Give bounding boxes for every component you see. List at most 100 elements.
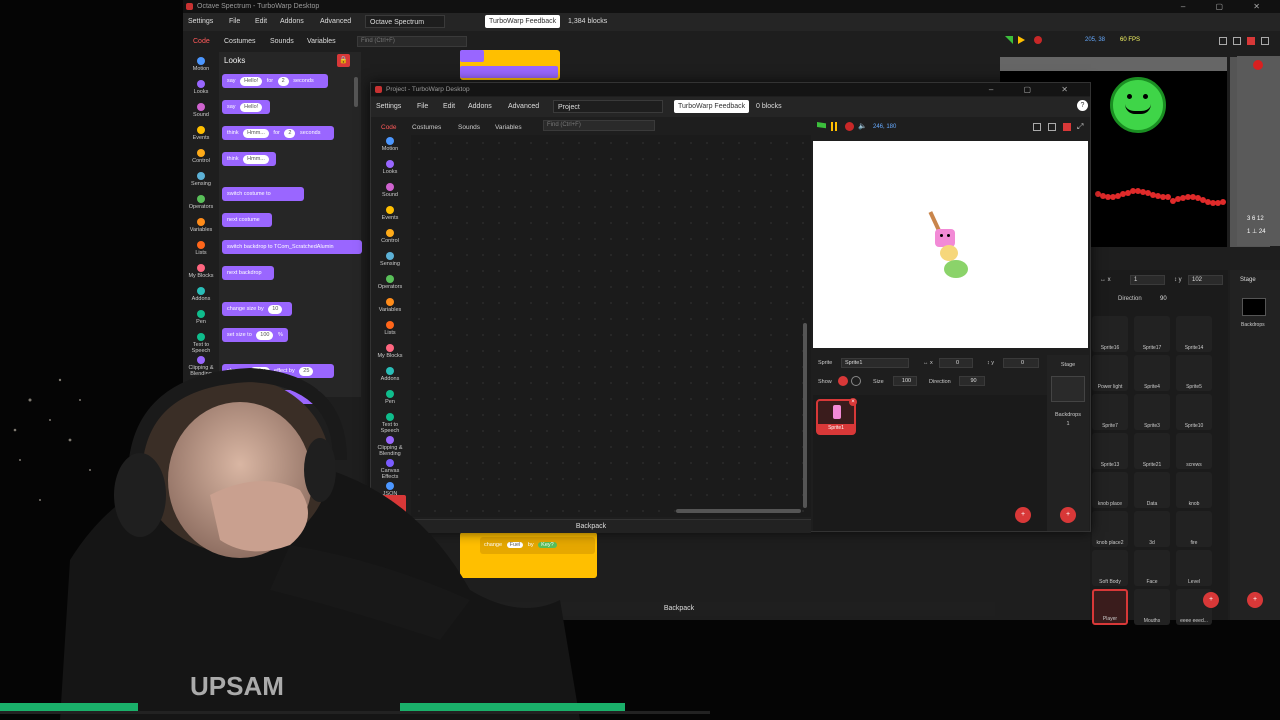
bg-sprite-tile[interactable]: Level	[1176, 550, 1212, 586]
bg-category-clipping-blending[interactable]: Clipping & Blending	[184, 356, 218, 377]
bg-sprite-tile[interactable]: Soft Body	[1092, 550, 1128, 586]
bg-category-variables[interactable]: Variables	[184, 218, 218, 239]
bg-sprite-tile[interactable]: Sprite3	[1134, 394, 1170, 430]
bg-category-lists[interactable]: Lists	[184, 241, 218, 262]
fullscreen-icon[interactable]: ⤢	[1077, 122, 1083, 132]
palette-scrollbar[interactable]	[354, 77, 358, 107]
bg-sprite-tile[interactable]: Player	[1092, 589, 1128, 625]
bg-menu-advanced[interactable]: Advanced	[320, 18, 351, 25]
fg-menu-addons[interactable]: Addons	[468, 103, 492, 110]
bg-menu-file[interactable]: File	[229, 18, 240, 25]
fg-category-lists[interactable]: Lists	[373, 321, 407, 342]
looks-block[interactable]: say Hello!	[222, 100, 270, 114]
x-field[interactable]: 0	[939, 358, 973, 368]
fg-menu-edit[interactable]: Edit	[443, 103, 455, 110]
bg-sprite-tile[interactable]: Mouths	[1134, 589, 1170, 625]
bg-category-canvas-effects[interactable]: Canvas Effects	[184, 379, 218, 400]
block-arg[interactable]: Hello!	[240, 103, 263, 112]
lock-icon[interactable]: 🔒	[337, 54, 350, 67]
looks-block[interactable]: next costume	[222, 213, 272, 227]
fg-category-control[interactable]: Control	[373, 229, 407, 250]
looks-block[interactable]: think Hmm...	[222, 152, 276, 166]
bg-tab-costumes[interactable]: Costumes	[224, 38, 256, 45]
bg-menu-settings[interactable]: Settings	[188, 18, 213, 25]
looks-block[interactable]: next backdrop	[222, 266, 274, 280]
block-arg2[interactable]: 0	[259, 393, 271, 402]
looks-block[interactable]: set size to 100 %	[222, 328, 288, 342]
bg-category-operators[interactable]: Operators	[184, 195, 218, 216]
bg-add-sprite-button[interactable]: +	[1203, 592, 1219, 608]
green-flag-icon[interactable]	[817, 122, 826, 129]
bg-add-backdrop-button[interactable]: +	[1247, 592, 1263, 608]
bg-sprite-tile[interactable]: knob	[1176, 472, 1212, 508]
fg-category-pen[interactable]: Pen	[373, 390, 407, 411]
bg-sprite-tile[interactable]: Sprite13	[1092, 433, 1128, 469]
fg-category-my-blocks[interactable]: My Blocks	[373, 344, 407, 365]
bg-sprite-tile[interactable]: 3d	[1134, 511, 1170, 547]
bg-sprite-tile[interactable]: Sprite5	[1176, 355, 1212, 391]
pause-icon[interactable]	[831, 122, 833, 131]
block-arg[interactable]: Hello!	[240, 77, 263, 86]
bg-sprite-tile[interactable]: fire	[1176, 511, 1212, 547]
bg-find-input[interactable]: Find (Ctrl+F)	[357, 36, 467, 47]
sprite-tile-sprite1[interactable]: Sprite1 ×	[816, 398, 857, 435]
fg-menu-file[interactable]: File	[417, 103, 428, 110]
fg-category-operators[interactable]: Operators	[373, 275, 407, 296]
bg-script-top[interactable]	[460, 50, 560, 80]
change-variable-block[interactable]: change Fuel by Key?	[480, 537, 595, 554]
bg-menu-addons[interactable]: Addons	[280, 18, 304, 25]
size-field[interactable]: 100	[893, 376, 917, 386]
sprite-name-field[interactable]: Sprite1	[841, 358, 909, 368]
bg-category-events[interactable]: Events	[184, 126, 218, 147]
add-sprite-button[interactable]: +	[1015, 507, 1031, 523]
bg-category-control[interactable]: Control	[184, 149, 218, 170]
bg-sprite-tile[interactable]: Power light	[1092, 355, 1128, 391]
small-stage-icon[interactable]	[1033, 123, 1041, 131]
bg-category-my-blocks[interactable]: My Blocks	[184, 264, 218, 285]
bg-sprite-tile[interactable]: Face	[1134, 550, 1170, 586]
block-arg2[interactable]: 2	[284, 129, 296, 138]
fg-menu-advanced[interactable]: Advanced	[508, 103, 539, 110]
bg-sprite-tile[interactable]: Sprite21	[1134, 433, 1170, 469]
bg-play-icon[interactable]	[1018, 36, 1025, 44]
bg-sprite-tile[interactable]: Sprite10	[1176, 394, 1212, 430]
bottom-script[interactable]: change Fuel by Key?	[460, 532, 597, 578]
stop-icon[interactable]	[845, 122, 854, 131]
window-controls[interactable]: – ▢ ✕	[1181, 0, 1274, 13]
block-arg[interactable]: Hmm...	[243, 129, 269, 138]
stage-canvas[interactable]	[813, 141, 1088, 348]
bg-category-pen[interactable]: Pen	[184, 310, 218, 331]
looks-block[interactable]: change color effect by 25	[222, 364, 334, 378]
bg-project-title[interactable]: Octave Spectrum	[365, 15, 445, 28]
fg-window-controls[interactable]: – ▢ ✕	[989, 83, 1082, 96]
block-arg2[interactable]: 2	[277, 77, 289, 86]
bg-sprite-tile[interactable]: screws	[1176, 433, 1212, 469]
bg-tab-code[interactable]: Code	[193, 38, 210, 45]
fg-tab-costumes[interactable]: Costumes	[412, 124, 441, 131]
bg-category-motion[interactable]: Motion	[184, 57, 218, 78]
fg-category-sound[interactable]: Sound	[373, 183, 407, 204]
bg-stage-size-buttons[interactable]	[1219, 37, 1279, 46]
fg-tab-sounds[interactable]: Sounds	[458, 124, 480, 131]
add-extension-button[interactable]: ⊞	[373, 495, 406, 513]
fg-backpack[interactable]: Backpack	[371, 519, 811, 533]
help-icon[interactable]: ?	[1077, 100, 1088, 111]
bg-sprite-tile[interactable]: Data	[1134, 472, 1170, 508]
looks-block[interactable]: change size by 10	[222, 302, 292, 316]
fg-feedback-button[interactable]: TurboWarp Feedback	[674, 100, 750, 113]
bg-menu-edit[interactable]: Edit	[255, 18, 267, 25]
bg-backpack[interactable]: Backpack	[363, 602, 995, 616]
bg-sprite-tile[interactable]: Sprite14	[1176, 316, 1212, 352]
add-backdrop-button[interactable]: +	[1060, 507, 1076, 523]
block-arg[interactable]: 10	[268, 305, 283, 314]
bg-category-addons[interactable]: Addons	[184, 287, 218, 308]
fg-project-title[interactable]: Project	[553, 100, 663, 113]
looks-block[interactable]: switch costume to	[222, 187, 304, 201]
workspace-vscroll[interactable]	[803, 323, 807, 508]
bg-category-sensing[interactable]: Sensing	[184, 172, 218, 193]
bg-category-text-to-speech[interactable]: Text to Speech	[184, 333, 218, 354]
bg-feedback-button[interactable]: TurboWarp Feedback	[485, 15, 561, 28]
workspace-hscroll[interactable]	[676, 509, 801, 513]
normal-stage-icon[interactable]	[1048, 123, 1056, 131]
mute-icon[interactable]: 🔈	[858, 122, 867, 130]
